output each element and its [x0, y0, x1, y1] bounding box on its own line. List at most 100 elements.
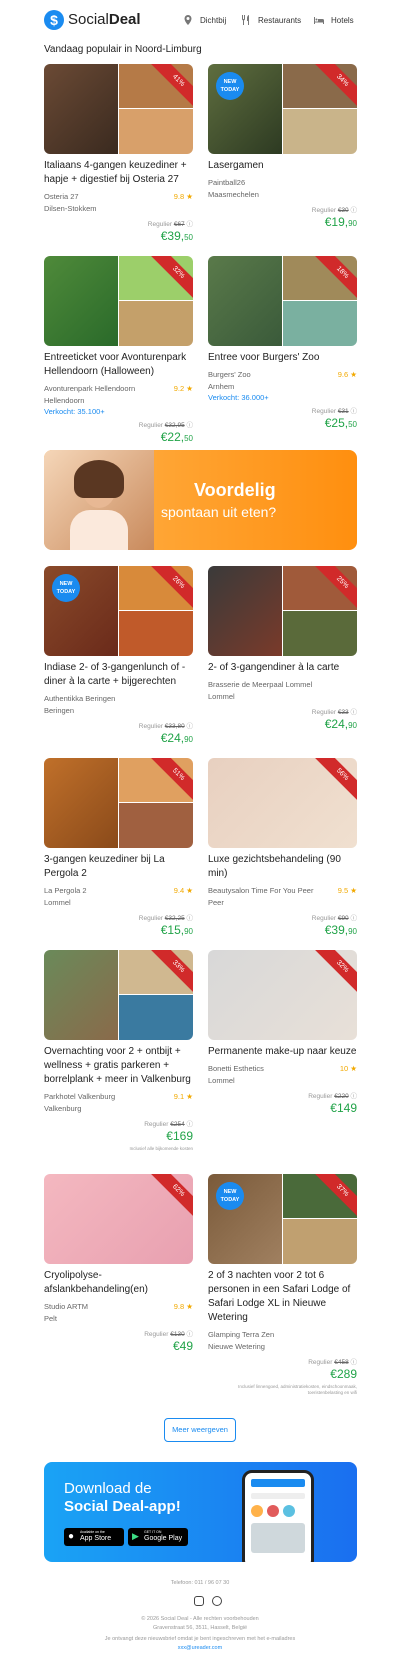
star-icon: ★ — [186, 192, 193, 201]
deal-price: €24,90 — [324, 717, 357, 731]
deal-title[interactable]: Overnachting voor 2 + ontbijt + wellness… — [44, 1045, 193, 1087]
deal-image[interactable]: 25% — [208, 566, 357, 656]
deal-location: Lommel — [208, 692, 235, 701]
instagram-icon[interactable] — [194, 1596, 204, 1606]
info-icon[interactable]: ⓘ — [187, 1331, 194, 1338]
deal-merchant: Osteria 27 — [44, 192, 79, 201]
deal-image[interactable]: 32% — [208, 950, 357, 1040]
deal-merchant: Avonturenpark Hellendoorn — [44, 384, 136, 393]
app-banner[interactable]: Download de Social Deal-app! ● Available… — [44, 1462, 357, 1562]
nav-hotels[interactable]: Hotels — [313, 14, 354, 26]
deal-title[interactable]: 2 of 3 nachten voor 2 tot 6 personen in … — [208, 1269, 357, 1325]
logo[interactable]: SocialDeal — [68, 11, 141, 28]
info-icon[interactable]: ⓘ — [351, 709, 358, 716]
googleplay-small-label: GET IT ON — [144, 1530, 162, 1534]
deal-location: Beringen — [44, 706, 75, 715]
footer-notice: Je ontvangt deze nieuwsbrief omdat je be… — [104, 1636, 296, 1642]
regular-label: Regulier — [311, 709, 337, 716]
deal-price: €22,50 — [160, 430, 193, 444]
googleplay-button[interactable]: ▶ GET IT ON Google Play — [128, 1528, 188, 1546]
regular-price: €67 — [173, 221, 185, 228]
deal-image[interactable]: 32% — [44, 256, 193, 346]
info-icon[interactable]: ⓘ — [187, 422, 194, 429]
regular-label: Regulier — [308, 1359, 333, 1366]
deal-price: €39,90 — [324, 923, 357, 937]
deal-title[interactable]: Italiaans 4-gangen keuzediner + hapje + … — [44, 159, 193, 187]
info-icon[interactable]: ⓘ — [187, 723, 194, 730]
app-line2: Social Deal-app! — [64, 1498, 181, 1515]
appstore-button[interactable]: ● Available on the App Store — [64, 1528, 124, 1546]
deal-card[interactable]: 41% Italiaans 4-gangen keuzediner + hapje… — [44, 64, 193, 246]
more-button[interactable]: Meer weergeven — [164, 1418, 236, 1442]
deal-location: Hellendoorn — [44, 396, 85, 405]
info-icon[interactable]: ⓘ — [351, 1359, 358, 1366]
nav-label: Dichtbij — [200, 15, 227, 25]
section-title: Vandaag populair in Noord-Limburg — [44, 44, 202, 55]
nav-restaurants[interactable]: Restaurants — [240, 14, 301, 26]
deal-rating: 9.8 ★ — [173, 1302, 193, 1311]
regular-label: Regulier — [138, 422, 163, 429]
deal-image[interactable]: 37% NEW TODAY — [208, 1174, 357, 1264]
deal-image[interactable]: 41% — [44, 64, 193, 154]
info-icon[interactable]: ⓘ — [351, 207, 358, 214]
regular-price: €33 — [337, 709, 349, 716]
deal-price: €15,90 — [160, 923, 193, 937]
deal-card[interactable]: 37% NEW TODAY 2 of 3 nachten voor 2 tot 6 … — [208, 1174, 357, 1396]
new-today-badge: NEW TODAY — [52, 574, 80, 602]
deal-title[interactable]: 2- of 3-gangendiner à la carte — [208, 661, 357, 675]
deal-card[interactable]: 33% Overnachting voor 2 + ontbijt + welln… — [44, 950, 193, 1152]
deal-card[interactable]: 34% NEW TODAY Lasergamen Paintball26 Maasmec… — [208, 64, 357, 232]
deal-rating: 9.5 ★ — [337, 886, 357, 895]
info-icon[interactable]: ⓘ — [187, 915, 194, 922]
logo-icon[interactable]: $ — [44, 10, 64, 30]
info-icon[interactable]: ⓘ — [187, 1121, 194, 1128]
deal-card[interactable]: 26% NEW TODAY Indiase 2- of 3-gangenlunch … — [44, 566, 193, 748]
deal-image[interactable]: 34% NEW TODAY — [208, 64, 357, 154]
logo-word-deal: Deal — [108, 11, 141, 28]
star-icon: ★ — [186, 886, 193, 895]
deal-title[interactable]: Entree voor Burgers' Zoo — [208, 351, 357, 365]
price-note: Inclusief alle bijkomende kosten — [129, 1146, 193, 1151]
deal-card[interactable]: 32% Permanente make-up naar keuze Bonetti … — [208, 950, 357, 1118]
deal-image[interactable]: 51% — [44, 758, 193, 848]
deal-title[interactable]: Entreeticket voor Avonturenpark Hellendo… — [44, 351, 193, 379]
deal-title[interactable]: Indiase 2- of 3-gangenlunch of -diner à … — [44, 661, 193, 689]
deal-title[interactable]: Cryolipolyse-afslankbehandeling(en) — [44, 1269, 193, 1297]
googleplay-label: Google Play — [144, 1535, 183, 1542]
nav-label: Hotels — [331, 15, 354, 25]
info-icon[interactable]: ⓘ — [187, 221, 194, 228]
deal-rating: 9.4 ★ — [173, 886, 193, 895]
regular-price: €220 — [334, 1093, 349, 1100]
deal-image[interactable]: 56% — [208, 758, 357, 848]
deal-card[interactable]: 56% Luxe gezichtsbehandeling (90 min) Beau… — [208, 758, 357, 940]
deal-image[interactable]: 18% — [208, 256, 357, 346]
promo-banner[interactable]: Voordelig spontaan uit eten? › — [44, 450, 357, 550]
deal-image[interactable]: 26% NEW TODAY — [44, 566, 193, 656]
whatsapp-icon[interactable] — [212, 1596, 222, 1606]
regular-label: Regulier — [308, 1093, 333, 1100]
info-icon[interactable]: ⓘ — [351, 408, 358, 415]
deal-price: €19,90 — [324, 215, 357, 229]
promo-line1: Voordelig — [194, 480, 276, 500]
app-line1: Download de — [64, 1480, 152, 1497]
bed-icon — [314, 17, 324, 24]
deal-rating: 10 ★ — [339, 1064, 357, 1073]
info-icon[interactable]: ⓘ — [351, 1093, 358, 1100]
deal-image[interactable]: 62% — [44, 1174, 193, 1264]
deal-title[interactable]: Lasergamen — [208, 159, 357, 173]
footer-phone: Telefoon: 011 / 96 07 30 — [170, 1580, 230, 1586]
deal-card[interactable]: 62% Cryolipolyse-afslankbehandeling(en) St… — [44, 1174, 193, 1356]
regular-label: Regulier — [311, 207, 337, 214]
info-icon[interactable]: ⓘ — [351, 915, 358, 922]
deal-image[interactable]: 33% — [44, 950, 193, 1040]
deal-card[interactable]: 18% Entree voor Burgers' Zoo Burgers' Zoo 9… — [208, 256, 357, 433]
star-icon: ★ — [186, 1302, 193, 1311]
deal-title[interactable]: Permanente make-up naar keuze — [208, 1045, 357, 1059]
nav-dichtbij[interactable]: Dichtbij — [182, 14, 226, 26]
deal-card[interactable]: 51% 3-gangen keuzediner bij La Pergola 2 L… — [44, 758, 193, 940]
deal-card[interactable]: 32% Entreeticket voor Avonturenpark Helle… — [44, 256, 193, 447]
deal-title[interactable]: Luxe gezichtsbehandeling (90 min) — [208, 853, 357, 881]
deal-card[interactable]: 25% 2- of 3-gangendiner à la carte Brasser… — [208, 566, 357, 734]
deal-title[interactable]: 3-gangen keuzediner bij La Pergola 2 — [44, 853, 193, 881]
footer-email[interactable]: xxx@ureader.com — [0, 1645, 400, 1651]
